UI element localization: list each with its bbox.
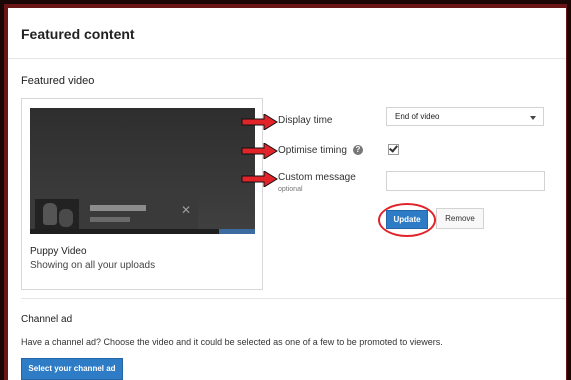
red-arrow-pointer-icon (241, 171, 278, 187)
optimise-timing-label: Optimise timing (278, 145, 347, 156)
overlay-subtitle-placeholder (90, 217, 130, 222)
featured-video-heading: Featured video (21, 75, 95, 87)
update-button[interactable]: Update (386, 210, 428, 229)
video-thumbnail: ✕ (30, 108, 255, 234)
video-preview-card[interactable]: ✕ Puppy Video Showing on all your upload… (21, 98, 263, 290)
featured-content-panel: Featured content Featured video ✕ Puppy … (8, 8, 566, 380)
select-channel-ad-button[interactable]: Select your channel ad (21, 358, 123, 380)
video-title: Puppy Video (30, 246, 87, 257)
red-arrow-pointer-icon (241, 143, 278, 159)
section-divider (21, 298, 566, 299)
video-progress-played (30, 229, 219, 234)
checkmark-icon (389, 143, 398, 153)
puppy-thumbnail-image (35, 199, 79, 231)
display-time-label: Display time (278, 115, 333, 126)
video-subtitle: Showing on all your uploads (30, 260, 156, 271)
header-divider (8, 58, 566, 59)
channel-ad-description: Have a channel ad? Choose the video and … (21, 337, 443, 347)
chevron-down-icon (530, 116, 536, 120)
custom-message-label: Custom message (278, 172, 356, 183)
remove-button[interactable]: Remove (436, 208, 484, 229)
custom-message-input[interactable] (386, 171, 545, 191)
display-time-dropdown[interactable]: End of video (386, 107, 544, 126)
page-title: Featured content (21, 26, 135, 42)
channel-ad-heading: Channel ad (21, 314, 73, 325)
overlay-title-placeholder (90, 205, 146, 211)
endscreen-overlay: ✕ (30, 197, 198, 233)
red-arrow-pointer-icon (241, 114, 278, 130)
optimise-timing-checkbox[interactable] (388, 143, 399, 155)
help-icon[interactable]: ? (353, 145, 363, 155)
display-time-selected-value: End of video (395, 112, 440, 121)
close-icon: ✕ (181, 203, 192, 217)
custom-message-optional-label: optional (278, 186, 303, 193)
